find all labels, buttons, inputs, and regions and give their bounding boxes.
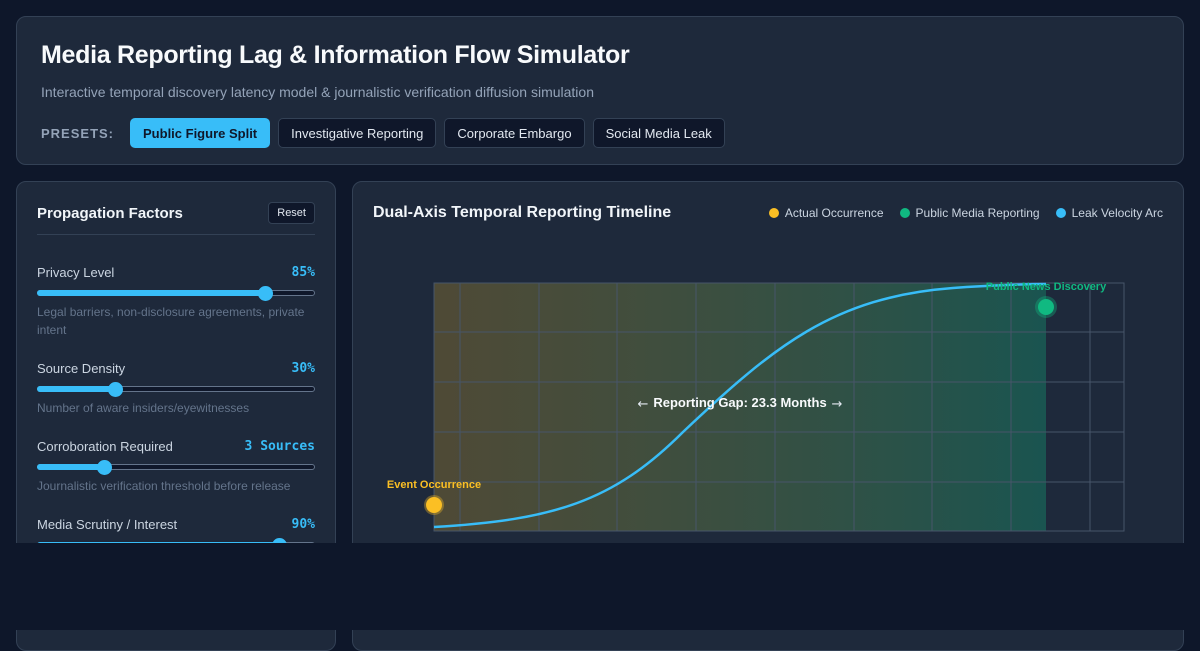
preset-social-media-leak[interactable]: Social Media Leak [592,118,725,148]
page-bottom [0,543,1200,630]
factor-item: Corroboration Required 3 Sources Journal… [37,439,315,495]
header-panel: Media Reporting Lag & Information Flow S… [16,16,1184,165]
slider-thumb[interactable] [107,382,123,397]
presets-bar: PRESETS: Public Figure Split Investigati… [41,118,1159,148]
slider-thumb[interactable] [96,460,112,475]
slider-thumb[interactable] [257,286,273,301]
event-occurrence-label: Event Occurrence [387,479,481,491]
presets-label: PRESETS: [41,125,115,141]
factor-value: 30% [291,361,315,376]
factor-value: 85% [291,265,315,280]
factor-slider[interactable] [37,286,315,301]
factor-value: 3 Sources [244,439,315,454]
public-discovery-label: Public News Discovery [986,281,1107,293]
gap-arrow-right: → [832,397,843,412]
factor-label: Media Scrutiny / Interest [37,517,178,532]
factor-description: Number of aware insiders/eyewitnesses [37,401,250,415]
reset-button[interactable]: Reset [268,202,315,224]
factor-row: Media Scrutiny / Interest 90% [37,517,315,532]
factor-label: Source Density [37,361,126,376]
page-title: Media Reporting Lag & Information Flow S… [41,41,630,69]
factor-description: Journalistic verification threshold befo… [37,479,291,493]
public-discovery-marker-core [1038,299,1054,315]
factor-slider[interactable] [37,382,315,397]
factors-title: Propagation Factors [37,204,183,222]
factor-label: Corroboration Required [37,439,173,454]
page-subtitle: Interactive temporal discovery latency m… [41,84,594,100]
factor-description: Legal barriers, non-disclosure agreement… [37,305,305,337]
factor-row: Source Density 30% [37,361,315,376]
factor-slider[interactable] [37,460,315,475]
factor-value: 90% [291,517,315,532]
slider-fill [37,386,115,392]
factors-header: Propagation Factors Reset [37,202,315,235]
factor-label: Privacy Level [37,265,115,280]
slider-fill [37,290,265,296]
slider-fill [37,464,104,470]
factor-item: Privacy Level 85% Legal barriers, non-di… [37,265,315,339]
factor-item: Source Density 30% Number of aware insid… [37,361,315,417]
gap-arrow-left: ← [638,397,649,412]
preset-public-figure-split[interactable]: Public Figure Split [130,118,271,148]
factor-list: Privacy Level 85% Legal barriers, non-di… [37,265,315,553]
preset-corporate-embargo[interactable]: Corporate Embargo [444,118,585,148]
event-occurrence-marker-core [426,497,442,513]
preset-investigative-reporting[interactable]: Investigative Reporting [278,118,437,148]
factor-row: Privacy Level 85% [37,265,315,280]
factor-row: Corroboration Required 3 Sources [37,439,315,454]
reporting-gap-label: Reporting Gap: 23.3 Months [653,395,826,410]
